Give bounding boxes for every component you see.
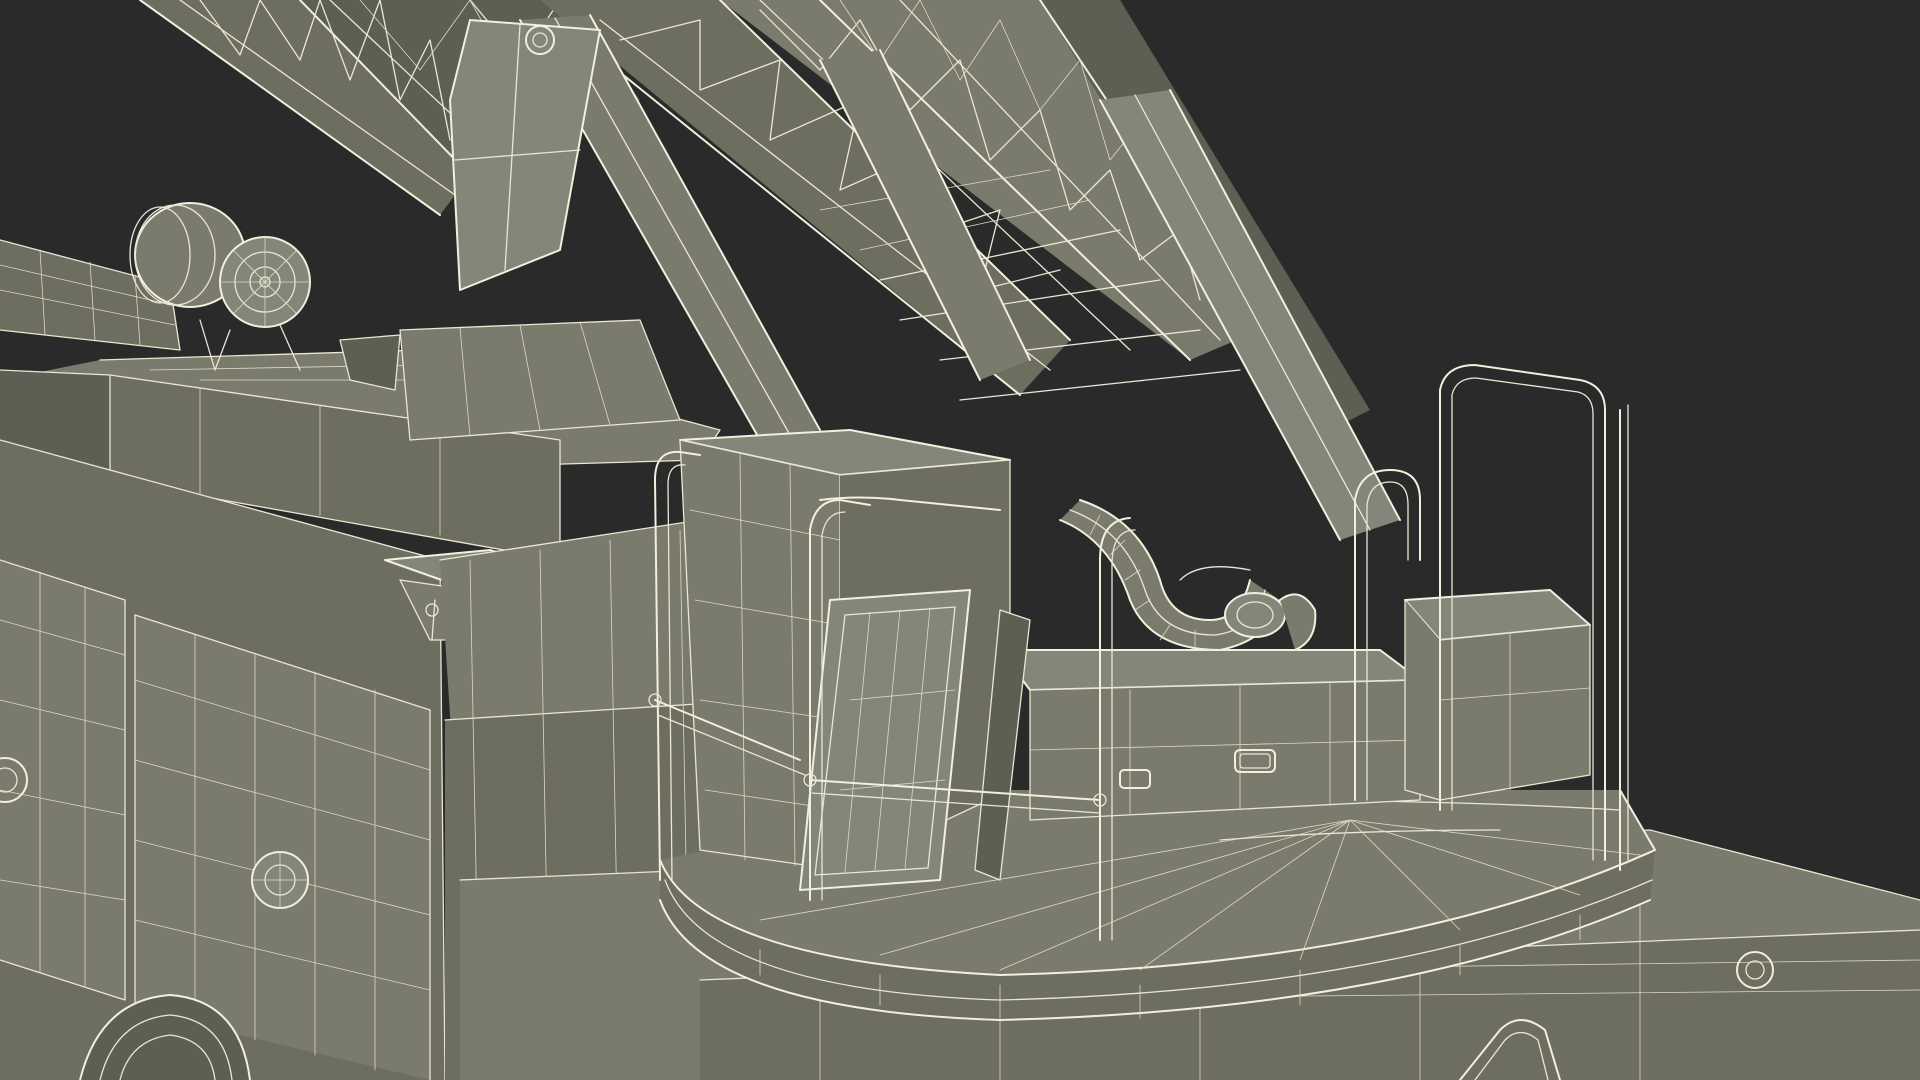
- turntable-cabinet: [999, 649, 1421, 821]
- control-box: [1404, 589, 1591, 801]
- wireframe-render: [0, 0, 1920, 1080]
- render-viewport: [0, 0, 1920, 1080]
